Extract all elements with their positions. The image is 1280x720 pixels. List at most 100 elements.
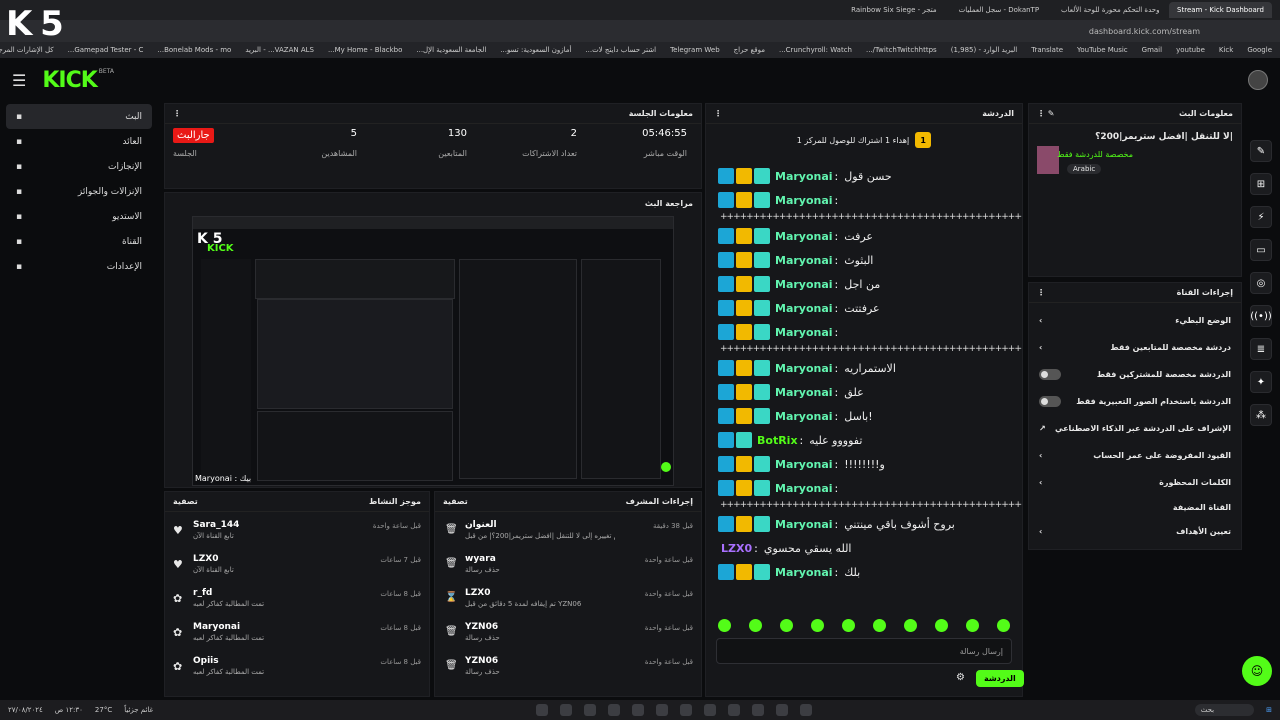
stream-preview[interactable]: K 5 KICK Maryonai : بيك (192, 216, 674, 486)
emote-icon[interactable] (935, 619, 948, 632)
bookmark-item[interactable]: Google (1247, 46, 1272, 54)
live-tool-icon[interactable]: ((•)) (1250, 305, 1272, 327)
toggle-switch[interactable] (1039, 396, 1061, 407)
taskbar-search[interactable]: بحث (1194, 704, 1255, 716)
bookmark-item[interactable]: My Home - Blackbo... (328, 46, 402, 54)
activity-filter[interactable]: تصفية (173, 497, 198, 506)
emote-icon[interactable] (842, 619, 855, 632)
windows-icon[interactable]: ⊞ (1266, 706, 1272, 714)
chat-username[interactable]: Maryonai (775, 458, 833, 471)
chat-username[interactable]: Maryonai (775, 302, 833, 315)
bookmark-item[interactable]: Telegram Web (670, 46, 720, 54)
sidebar-item[interactable]: القناة ▪ (6, 229, 152, 254)
app-icon[interactable] (560, 704, 572, 716)
channel-action-row[interactable]: القيود المفروضة على عمر الحساب › (1029, 442, 1241, 469)
edit-icon[interactable]: ✎ ⋮ (1037, 109, 1055, 118)
edit-tool-icon[interactable]: ✎ (1250, 140, 1272, 162)
bookmark-item[interactable]: Kick (1219, 46, 1233, 54)
kick-logo[interactable]: KICK (42, 68, 97, 93)
emote-icon[interactable] (780, 619, 793, 632)
chat-input[interactable]: إرسال رسالة (716, 638, 1012, 664)
browser-tab[interactable]: Rainbow Six Siege - متجر (843, 2, 944, 18)
bookmark-item[interactable]: VAZAN ALS... - البريد (245, 46, 314, 54)
list-tool-icon[interactable]: ≣ (1250, 338, 1272, 360)
chat-username[interactable]: Maryonai (775, 362, 833, 375)
browser-tab[interactable]: Stream - Kick Dashboard (1169, 2, 1272, 18)
channel-action-row[interactable]: تعيين الأهداف › (1029, 518, 1241, 545)
channel-action-row[interactable]: القناة المضيفة (1029, 496, 1241, 518)
bookmark-item[interactable]: أمازون السعودية: تسو... (500, 46, 571, 54)
app-icon[interactable] (656, 704, 668, 716)
chevron-left-icon[interactable]: › (1039, 527, 1042, 536)
grid-tool-icon[interactable]: ⊞ (1250, 173, 1272, 195)
channel-action-row[interactable]: الوضع البطيء › (1029, 307, 1241, 334)
bookmark-item[interactable]: Bonelab Mods - mo... (157, 46, 231, 54)
app-icon[interactable] (752, 704, 764, 716)
emote-icon[interactable] (904, 619, 917, 632)
more-icon[interactable]: ⋮ (173, 109, 181, 118)
app-icon[interactable] (536, 704, 548, 716)
browser-tab[interactable]: سجل العمليات - DokanTP (951, 2, 1047, 18)
support-button[interactable]: ☺ (1242, 656, 1272, 686)
chevron-left-icon[interactable]: › (1039, 478, 1042, 487)
app-icon[interactable] (632, 704, 644, 716)
emote-icon[interactable] (997, 619, 1010, 632)
app-icon[interactable] (608, 704, 620, 716)
channel-more-icon[interactable]: ⋮ (1037, 288, 1045, 297)
bookmark-item[interactable]: البريد الوارد - (1,985) (951, 46, 1018, 54)
chat-settings-icon[interactable]: ⚙ (956, 672, 965, 683)
emote-icon[interactable] (811, 619, 824, 632)
users-tool-icon[interactable]: ⁂ (1250, 404, 1272, 426)
browser-tab[interactable]: وحدة التحكم محورة للوحة الألعاب (1053, 2, 1163, 18)
bookmark-item[interactable]: الجامعة السعودية الإل... (416, 46, 486, 54)
emote-icon[interactable] (966, 619, 979, 632)
chat-username[interactable]: Maryonai (775, 482, 833, 495)
channel-action-row[interactable]: الكلمات المحظورة › (1029, 469, 1241, 496)
chevron-left-icon[interactable]: › (1039, 316, 1042, 325)
chat-username[interactable]: Maryonai (775, 386, 833, 399)
bookmark-item[interactable]: TwitchTwitchhttps/... (866, 46, 937, 54)
chat-more-icon[interactable]: ⋮ (714, 109, 722, 118)
sidebar-item[interactable]: العائد ▪ (6, 129, 152, 154)
sidebar-item[interactable]: البث ▪ (6, 104, 152, 129)
sidebar-item[interactable]: الاستديو ▪ (6, 204, 152, 229)
channel-action-row[interactable]: الدردشة مخصصة للمشتركين فقط (1029, 361, 1241, 388)
bookmark-item[interactable]: Translate (1031, 46, 1063, 54)
bookmark-item[interactable]: youtube (1176, 46, 1205, 54)
chat-username[interactable]: LZX0 (721, 542, 752, 555)
mod-filter[interactable]: تصفية (443, 497, 468, 506)
chat-username[interactable]: Maryonai (775, 230, 833, 243)
user-avatar[interactable] (1248, 70, 1268, 90)
emote-icon[interactable] (749, 619, 762, 632)
bookmark-item[interactable]: Gmail (1142, 46, 1162, 54)
address-bar[interactable]: ‹ dashboard.kick.com/stream (0, 20, 1280, 42)
channel-action-row[interactable]: دردشة مخصصة للمتابعين فقط › (1029, 334, 1241, 361)
bookmark-item[interactable]: Gamepad Tester - C... (68, 46, 144, 54)
emote-icon[interactable] (873, 619, 886, 632)
wrench-tool-icon[interactable]: ✦ (1250, 371, 1272, 393)
sidebar-item[interactable]: الإنزالات والجوائز ▪ (6, 179, 152, 204)
chevron-left-icon[interactable]: › (1039, 451, 1042, 460)
toggle-switch[interactable] (1039, 369, 1061, 380)
doc-tool-icon[interactable]: ▭ (1250, 239, 1272, 261)
app-icon[interactable] (776, 704, 788, 716)
channel-action-row[interactable]: الإشراف على الدردشة عبر الذكاء الاصطناعي… (1029, 415, 1241, 442)
chat-username[interactable]: Maryonai (775, 326, 833, 339)
chat-username[interactable]: Maryonai (775, 518, 833, 531)
menu-icon[interactable]: ☰ (12, 71, 26, 90)
stream-category[interactable]: مخصصة للدردشة فقط (1057, 150, 1133, 159)
chat-send-button[interactable]: الدردشة (976, 670, 1024, 687)
bookmark-item[interactable]: موقع حراج (734, 46, 765, 54)
channel-action-row[interactable]: الدردشة باستخدام الصور التعبيرية فقط (1029, 388, 1241, 415)
emote-icon[interactable] (718, 619, 731, 632)
chat-username[interactable]: Maryonai (775, 194, 833, 207)
app-icon[interactable] (704, 704, 716, 716)
chevron-left-icon[interactable]: › (1039, 343, 1042, 352)
bookmark-item[interactable]: YouTube Music (1077, 46, 1128, 54)
sidebar-item[interactable]: الإعدادات ▪ (6, 254, 152, 279)
app-icon[interactable] (728, 704, 740, 716)
chat-username[interactable]: Maryonai (775, 566, 833, 579)
bookmark-item[interactable]: اشتر حساب دايتج لات... (585, 46, 656, 54)
external-link-icon[interactable]: ↗ (1039, 424, 1046, 433)
chat-username[interactable]: Maryonai (775, 278, 833, 291)
